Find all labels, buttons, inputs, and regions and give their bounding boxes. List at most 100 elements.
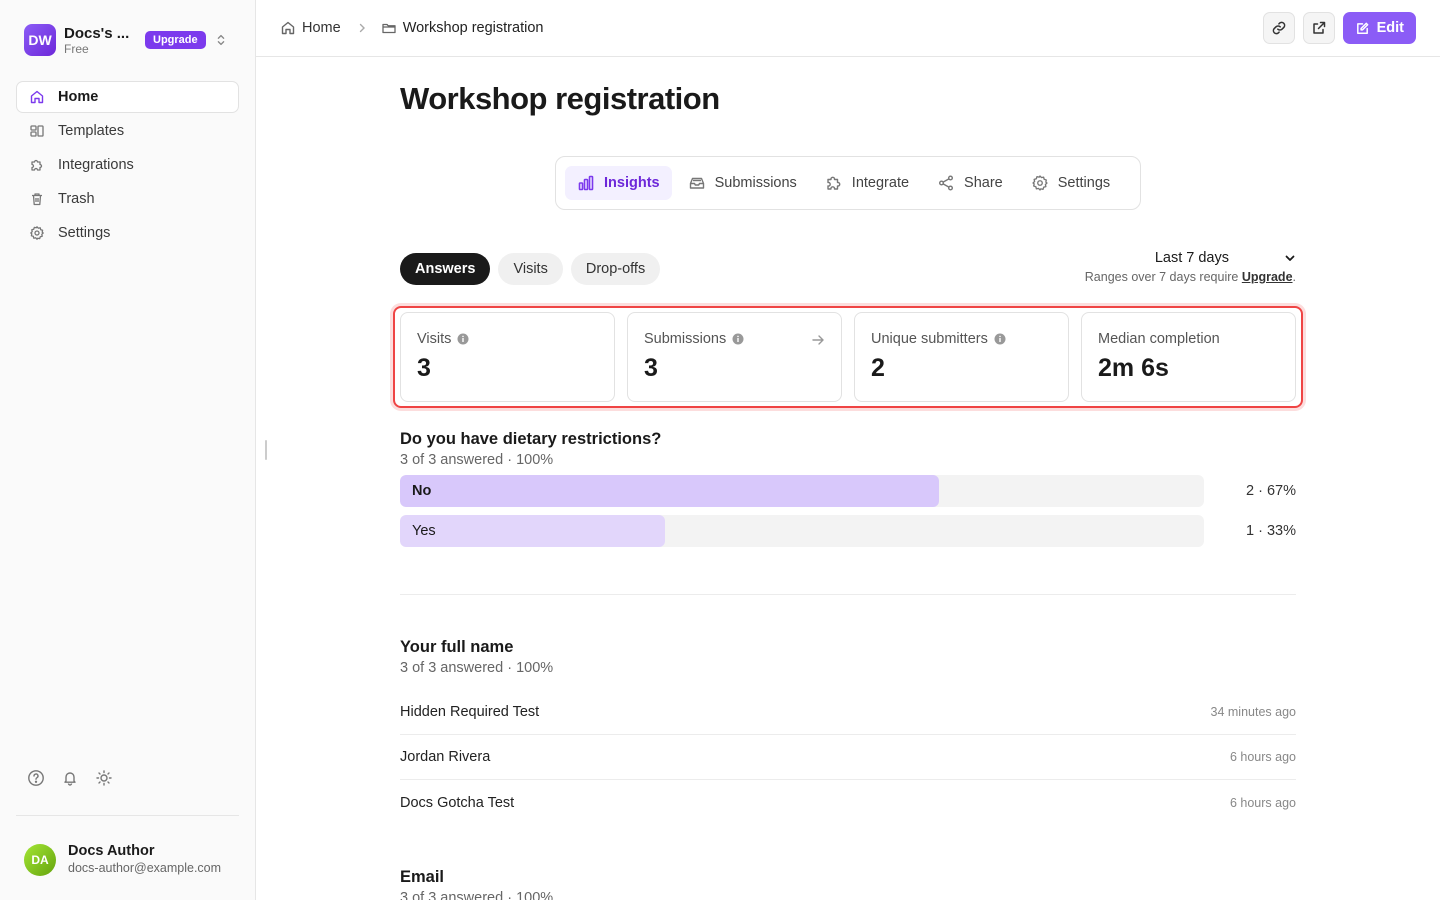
range-note-text: Ranges over 7 days require bbox=[1084, 270, 1242, 284]
user-name: Docs Author bbox=[68, 843, 155, 859]
section-divider bbox=[400, 594, 1296, 595]
chevron-right-icon bbox=[357, 23, 367, 33]
stat-card-median-completion: Median completion 2m 6s bbox=[1081, 312, 1296, 402]
stat-card-unique-submitters: Unique submitters 2 bbox=[854, 312, 1069, 402]
help-icon[interactable] bbox=[27, 769, 45, 787]
sidebar-item-home[interactable]: Home bbox=[16, 81, 239, 113]
view-switcher: Answers Visits Drop-offs bbox=[400, 253, 661, 285]
chevron-up-down-icon[interactable] bbox=[214, 33, 228, 47]
workspace-switcher[interactable]: DW Docs's ... Free Upgrade bbox=[24, 24, 240, 56]
stat-label-text: Unique submitters bbox=[871, 331, 988, 347]
edit-icon bbox=[1355, 21, 1370, 36]
bar-fill bbox=[400, 515, 666, 547]
answer-text: Hidden Required Test bbox=[400, 704, 540, 720]
sidebar-resize-handle[interactable] bbox=[265, 440, 267, 460]
gear-icon bbox=[1031, 174, 1049, 192]
question-summary: 3 of 3 answered · 100% bbox=[400, 452, 554, 468]
avatar: DA bbox=[24, 843, 56, 876]
form-tabs: Insights Submissions Integrate Share Set… bbox=[555, 156, 1141, 210]
option-value: 1 · 33% bbox=[1246, 523, 1296, 539]
open-external-button[interactable] bbox=[1302, 12, 1335, 44]
bar-chart-icon bbox=[577, 174, 595, 192]
sidebar-item-trash[interactable]: Trash bbox=[16, 183, 239, 215]
bar-fill bbox=[400, 475, 939, 507]
sidebar-item-templates[interactable]: Templates bbox=[16, 115, 239, 147]
stat-label-text: Median completion bbox=[1098, 331, 1220, 347]
stat-card-visits: Visits 3 bbox=[400, 312, 615, 402]
question-title: Email bbox=[400, 868, 445, 886]
info-icon[interactable] bbox=[732, 333, 744, 345]
date-range-value: Last 7 days bbox=[1154, 250, 1229, 266]
sidebar-item-label: Settings bbox=[58, 225, 111, 241]
breadcrumb-current-label: Workshop registration bbox=[402, 20, 544, 36]
sidebar: DW Docs's ... Free Upgrade Home Template… bbox=[0, 0, 256, 900]
tab-settings[interactable]: Settings bbox=[1019, 166, 1122, 200]
sun-icon[interactable] bbox=[95, 769, 113, 787]
upgrade-button[interactable]: Upgrade bbox=[145, 31, 206, 49]
answer-row[interactable]: Hidden Required Test 34 minutes ago bbox=[400, 690, 1296, 735]
answer-time: 6 hours ago bbox=[1229, 795, 1296, 810]
stat-label-text: Submissions bbox=[644, 331, 727, 347]
sidebar-item-label: Integrations bbox=[58, 157, 134, 173]
templates-icon bbox=[29, 123, 45, 139]
answer-row[interactable]: Jordan Rivera 6 hours ago bbox=[400, 735, 1296, 780]
breadcrumb-home-label: Home bbox=[302, 20, 341, 36]
arrow-right-icon[interactable] bbox=[811, 333, 825, 347]
answer-time: 34 minutes ago bbox=[1210, 705, 1296, 719]
answer-row[interactable]: Docs Gotcha Test 6 hours ago bbox=[400, 780, 1296, 825]
edit-button[interactable]: Edit bbox=[1342, 12, 1416, 44]
tab-label: Settings bbox=[1057, 175, 1111, 191]
sidebar-item-settings[interactable]: Settings bbox=[16, 217, 239, 249]
top-actions: Edit bbox=[1262, 12, 1416, 44]
sidebar-item-label: Home bbox=[58, 89, 99, 105]
tab-submissions[interactable]: Submissions bbox=[676, 166, 809, 200]
option-label: Yes bbox=[412, 523, 436, 539]
pill-visits[interactable]: Visits bbox=[498, 253, 563, 285]
option-bar-no: No 2 · 67% bbox=[400, 475, 1296, 507]
trash-icon bbox=[29, 191, 45, 207]
upgrade-link[interactable]: Upgrade bbox=[1242, 270, 1293, 284]
tab-insights[interactable]: Insights bbox=[565, 166, 672, 200]
user-profile[interactable]: DA Docs Author docs-author@example.com bbox=[24, 843, 221, 876]
question-summary: 3 of 3 answered · 100% bbox=[400, 660, 554, 676]
range-note: Ranges over 7 days require Upgrade. bbox=[1085, 270, 1296, 284]
info-icon[interactable] bbox=[994, 333, 1006, 345]
workspace-info: Docs's ... Free bbox=[64, 25, 136, 56]
pill-answers[interactable]: Answers bbox=[400, 253, 491, 285]
stat-card-submissions[interactable]: Submissions 3 bbox=[627, 312, 842, 402]
sidebar-item-label: Templates bbox=[58, 123, 125, 139]
copy-link-button[interactable] bbox=[1262, 12, 1295, 44]
page-title: Workshop registration bbox=[400, 81, 720, 116]
question-dietary: Do you have dietary restrictions? 3 of 3… bbox=[400, 429, 1296, 547]
sidebar-item-label: Trash bbox=[58, 191, 95, 207]
topbar: Home Workshop registration Edit bbox=[256, 0, 1440, 57]
date-range-select[interactable]: Last 7 days bbox=[1155, 248, 1296, 268]
stat-label: Submissions bbox=[644, 330, 825, 348]
tab-share[interactable]: Share bbox=[925, 166, 1015, 200]
question-summary: 3 of 3 answered · 100% bbox=[400, 890, 554, 900]
bar-track bbox=[400, 515, 1204, 547]
tab-integrate[interactable]: Integrate bbox=[813, 166, 921, 200]
sidebar-divider bbox=[16, 815, 239, 816]
breadcrumb-home[interactable]: Home bbox=[280, 20, 341, 36]
question-title: Your full name bbox=[400, 638, 514, 656]
inbox-icon bbox=[688, 174, 706, 192]
pill-drop-offs[interactable]: Drop-offs bbox=[570, 253, 661, 285]
date-range: Last 7 days Ranges over 7 days require U… bbox=[1085, 248, 1296, 284]
stat-value: 3 bbox=[644, 354, 658, 382]
info-icon[interactable] bbox=[457, 333, 469, 345]
breadcrumb: Home Workshop registration bbox=[280, 18, 543, 38]
question-title: Do you have dietary restrictions? bbox=[400, 430, 662, 448]
user-email: docs-author@example.com bbox=[68, 861, 222, 875]
edit-button-label: Edit bbox=[1376, 20, 1404, 36]
stat-label: Visits bbox=[417, 330, 598, 348]
question-email: Email 3 of 3 answered · 100% bbox=[400, 867, 1296, 900]
bell-icon[interactable] bbox=[61, 769, 79, 787]
chevron-down-icon bbox=[1284, 252, 1296, 264]
workspace-name: Docs's ... bbox=[64, 24, 130, 42]
sidebar-item-integrations[interactable]: Integrations bbox=[16, 149, 239, 181]
bar-track bbox=[400, 475, 1204, 507]
share-icon bbox=[937, 174, 955, 192]
workspace-plan: Free bbox=[64, 41, 89, 56]
answer-text: Docs Gotcha Test bbox=[400, 794, 515, 811]
